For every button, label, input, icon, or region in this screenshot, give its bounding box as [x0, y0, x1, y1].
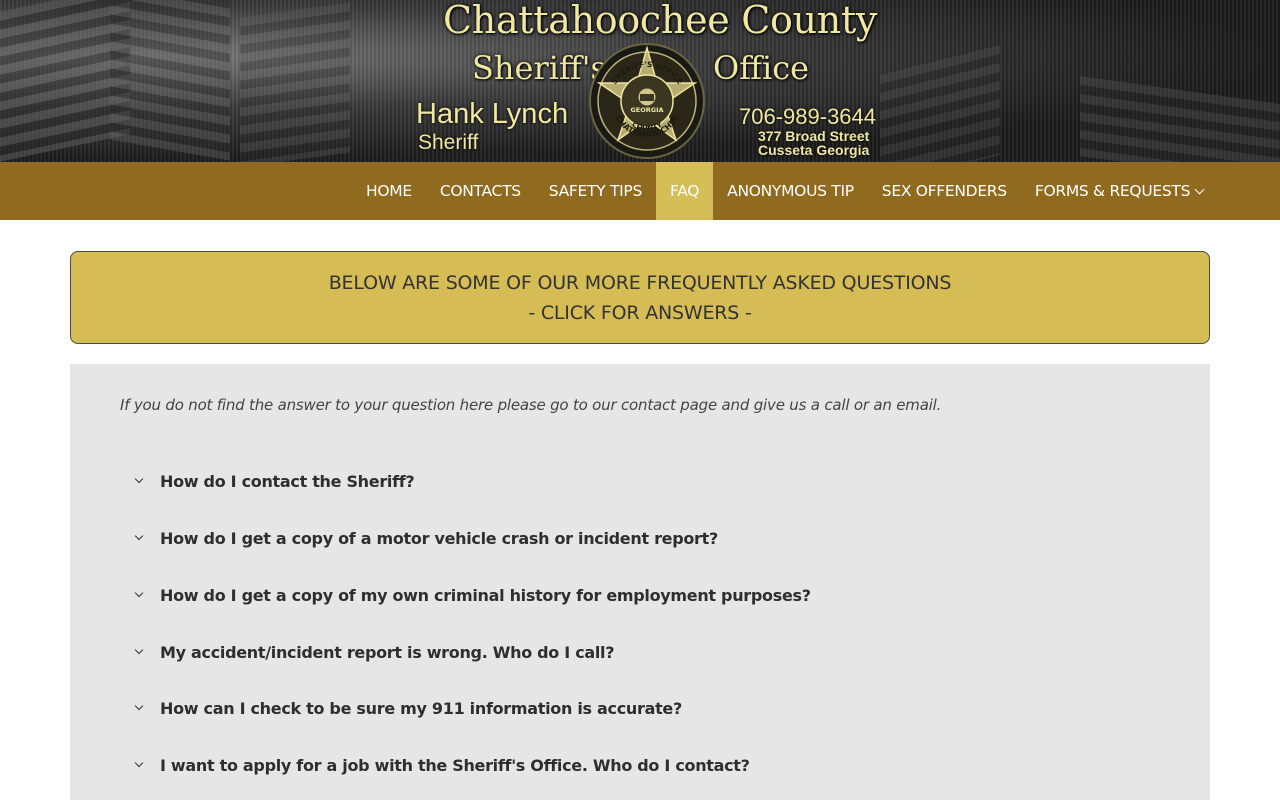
nav-item-label: SAFETY TIPS — [548, 182, 643, 200]
faq-question: How do I get a copy of my own criminal h… — [160, 585, 811, 605]
faq-panel: If you do not find the answer to your qu… — [70, 364, 1210, 800]
flag-background — [1080, 75, 1280, 162]
sheriff-badge-logo: SHERIFF'S OFFICE GEORGIA CHATTAHOOCHEE C… — [589, 43, 705, 159]
site-title-sheriffs: Sheriff's — [472, 49, 607, 87]
nav-item-contacts[interactable]: CONTACTS — [426, 162, 535, 220]
faq-question: How can I check to be sure my 911 inform… — [160, 698, 682, 718]
faq-intro-text: If you do not find the answer to your qu… — [120, 396, 942, 414]
flag-background — [110, 0, 230, 161]
callout-heading: BELOW ARE SOME OF OUR MORE FREQUENTLY AS… — [328, 271, 952, 294]
faq-item-contact-sheriff[interactable]: How do I contact the Sheriff? — [132, 467, 415, 495]
nav-item-faq[interactable]: FAQ — [656, 162, 714, 220]
faq-question: My accident/incident report is wrong. Wh… — [160, 642, 615, 662]
address-line-1: 377 Broad Street — [758, 128, 870, 144]
nav-item-safety-tips[interactable]: SAFETY TIPS — [535, 162, 656, 220]
callout-subheading: - CLICK FOR ANSWERS - — [528, 301, 752, 324]
chevron-down-icon — [132, 474, 160, 484]
flag-background — [240, 2, 350, 162]
nav-item-label: FORMS & REQUESTS — [1034, 182, 1191, 200]
nav-item-label: ANONYMOUS TIP — [727, 182, 854, 200]
chevron-down-icon — [132, 701, 160, 711]
chevron-down-icon — [132, 645, 160, 655]
address-line-2: Cusseta Georgia — [758, 142, 870, 158]
chevron-down-icon — [132, 531, 160, 541]
faq-question: I want to apply for a job with the Sheri… — [160, 755, 750, 775]
faq-item-911-info[interactable]: How can I check to be sure my 911 inform… — [132, 694, 682, 722]
faq-callout-box: BELOW ARE SOME OF OUR MORE FREQUENTLY AS… — [70, 251, 1210, 344]
faq-item-apply-job[interactable]: I want to apply for a job with the Sheri… — [132, 751, 750, 779]
header-banner: Chattahoochee County Sheriff's Office Ha… — [0, 0, 1280, 162]
nav-item-home[interactable]: HOME — [352, 162, 426, 220]
badge-center-text: GEORGIA — [630, 106, 663, 114]
chevron-down-icon — [132, 588, 160, 598]
site-title-office: Office — [713, 49, 810, 87]
sheriff-name: Hank Lynch — [416, 98, 569, 130]
chevron-down-icon — [132, 758, 160, 768]
nav-item-label: FAQ — [670, 182, 700, 200]
main-navigation: HOME CONTACTS SAFETY TIPS FAQ ANONYMOUS … — [0, 162, 1280, 220]
chevron-down-icon — [1194, 184, 1205, 194]
faq-question: How do I contact the Sheriff? — [160, 471, 415, 491]
faq-item-report-wrong[interactable]: My accident/incident report is wrong. Wh… — [132, 638, 615, 666]
phone-number: 706-989-3644 — [739, 104, 877, 129]
sheriff-role: Sheriff — [418, 131, 479, 154]
faq-item-crash-report[interactable]: How do I get a copy of a motor vehicle c… — [132, 524, 718, 552]
nav-item-label: SEX OFFENDERS — [881, 182, 1007, 200]
nav-item-forms-requests[interactable]: FORMS & REQUESTS — [1021, 162, 1217, 220]
nav-list: HOME CONTACTS SAFETY TIPS FAQ ANONYMOUS … — [352, 162, 1217, 220]
faq-item-criminal-history[interactable]: How do I get a copy of my own criminal h… — [132, 581, 811, 609]
nav-item-label: CONTACTS — [439, 182, 521, 200]
faq-question: How do I get a copy of a motor vehicle c… — [160, 528, 718, 548]
nav-item-anonymous-tip[interactable]: ANONYMOUS TIP — [713, 162, 868, 220]
nav-item-sex-offenders[interactable]: SEX OFFENDERS — [868, 162, 1021, 220]
site-title: Chattahoochee County — [443, 0, 878, 42]
nav-item-label: HOME — [366, 182, 412, 200]
flag-background — [880, 45, 1000, 162]
